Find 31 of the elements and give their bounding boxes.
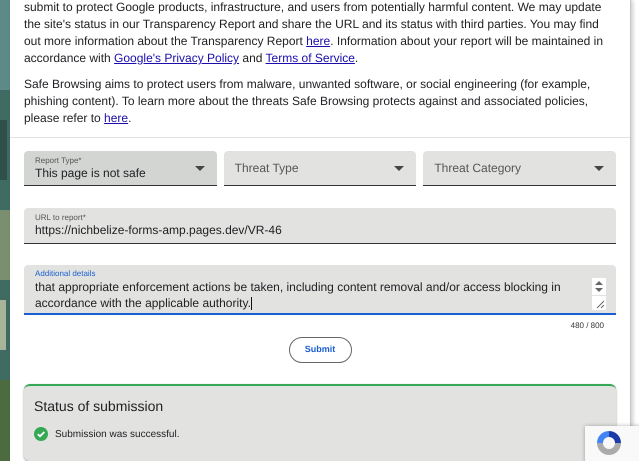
field-label: Additional details [35, 268, 96, 279]
field-label: Report Type* [35, 156, 83, 166]
dropdown[interactable]: Threat Type [224, 151, 416, 186]
link[interactable]: here [306, 34, 330, 48]
dropdown[interactable]: Threat Category [423, 151, 616, 186]
recaptcha-logo-icon [595, 429, 623, 457]
caret-icon [594, 166, 604, 170]
paragraph: submit to protect Google products, infrastructure, and users from potentially harmful content. We may update the site's status in our Transparency Report and share the URL and its status with third parties. You may find out more information about the Transparency Report here. Information about your report will be maintained in accordance with Google's Privacy Policy and Terms of Service. [24, 0, 604, 67]
dropdown-placeholder: Threat Category [434, 160, 522, 177]
field-value: https://nichbelize-forms-amp.pages.dev/VR-46 [35, 222, 283, 238]
link[interactable]: Google's Privacy Policy [114, 51, 240, 65]
dropdown-value: This page is not safe [35, 166, 146, 180]
link[interactable]: here [104, 111, 128, 125]
caret-icon [394, 166, 404, 170]
field-label: URL to report* [35, 212, 87, 223]
recaptcha-badge[interactable] [585, 426, 639, 461]
caret-icon [194, 166, 205, 170]
dropdown-placeholder: Threat Type [234, 160, 298, 177]
paragraph: Safe Browsing aims to protect users from malware, unwanted software, or social engineering (for example, phishing content). To learn more about the threats Safe Browsing protects against and associated policies, please refer to here. [24, 76, 592, 127]
field-value: that appropriate enforcement actions be taken, including content removal and/or access blocking in accordance with the applicable authority. [35, 278, 562, 311]
url-field[interactable]: URL to report* https://nichbelize-forms-amp.pages.dev/VR-46 [24, 208, 616, 244]
status-message: Submission was successful. [55, 428, 180, 442]
details-field[interactable]: Additional details that appropriate enforcement actions be taken, including content removal and/or access blocking in accordance with the applicable authority. [24, 264, 616, 315]
link[interactable]: Terms of Service [266, 51, 355, 65]
spinner-icon[interactable] [592, 278, 606, 295]
resize-handle-icon[interactable] [592, 296, 606, 310]
check-circle-icon [34, 427, 48, 442]
status-title: Status of submission [34, 396, 164, 416]
character-counter: 480 / 800 [570, 320, 604, 332]
dropdown[interactable]: Report Type* This page is not safe [24, 151, 217, 186]
submit-button[interactable]: Submit [288, 336, 352, 363]
